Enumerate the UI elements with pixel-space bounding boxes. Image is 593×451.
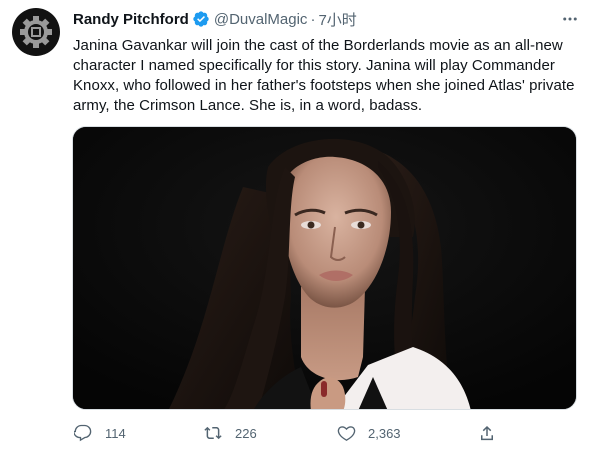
share-button[interactable] bbox=[476, 422, 498, 444]
heart-icon bbox=[335, 422, 357, 444]
retweet-button[interactable]: 226 bbox=[202, 422, 257, 444]
reply-button[interactable]: 114 bbox=[72, 422, 126, 444]
gear-icon bbox=[20, 16, 52, 48]
tweet-text-line: army, the Crimson Lance. She is, in a wo… bbox=[73, 97, 423, 114]
timestamp[interactable]: 7小时 bbox=[318, 9, 356, 30]
tweet-text: Janina Gavankar will join the cast of th… bbox=[73, 36, 581, 116]
tweet-text-line: character I named specifically for this … bbox=[73, 57, 555, 74]
author-handle[interactable]: @DuvalMagic bbox=[214, 11, 308, 28]
more-icon bbox=[563, 17, 577, 21]
verified-badge-icon bbox=[193, 11, 209, 27]
retweet-icon bbox=[202, 422, 224, 444]
retweet-count: 226 bbox=[235, 425, 257, 441]
avatar[interactable] bbox=[12, 8, 60, 56]
tweet[interactable]: Randy Pitchford @DuvalMagic · 7小时 Janina… bbox=[0, 0, 593, 451]
tweet-actions: 114 226 2,363 bbox=[70, 420, 510, 446]
author-name[interactable]: Randy Pitchford bbox=[73, 11, 189, 28]
portrait-photo bbox=[73, 127, 576, 409]
tweet-text-line: Knoxx, who followed in her father's foot… bbox=[73, 77, 575, 94]
separator: · bbox=[310, 10, 316, 28]
reply-count: 114 bbox=[105, 425, 126, 441]
reply-icon bbox=[72, 422, 94, 444]
tweet-photo[interactable] bbox=[72, 126, 577, 410]
like-button[interactable]: 2,363 bbox=[335, 422, 401, 444]
tweet-text-line: Janina Gavankar will join the cast of th… bbox=[73, 37, 563, 54]
like-count: 2,363 bbox=[368, 425, 401, 441]
share-icon bbox=[476, 422, 498, 444]
tweet-header: Randy Pitchford @DuvalMagic · 7小时 bbox=[73, 8, 581, 30]
more-button[interactable] bbox=[559, 8, 581, 30]
